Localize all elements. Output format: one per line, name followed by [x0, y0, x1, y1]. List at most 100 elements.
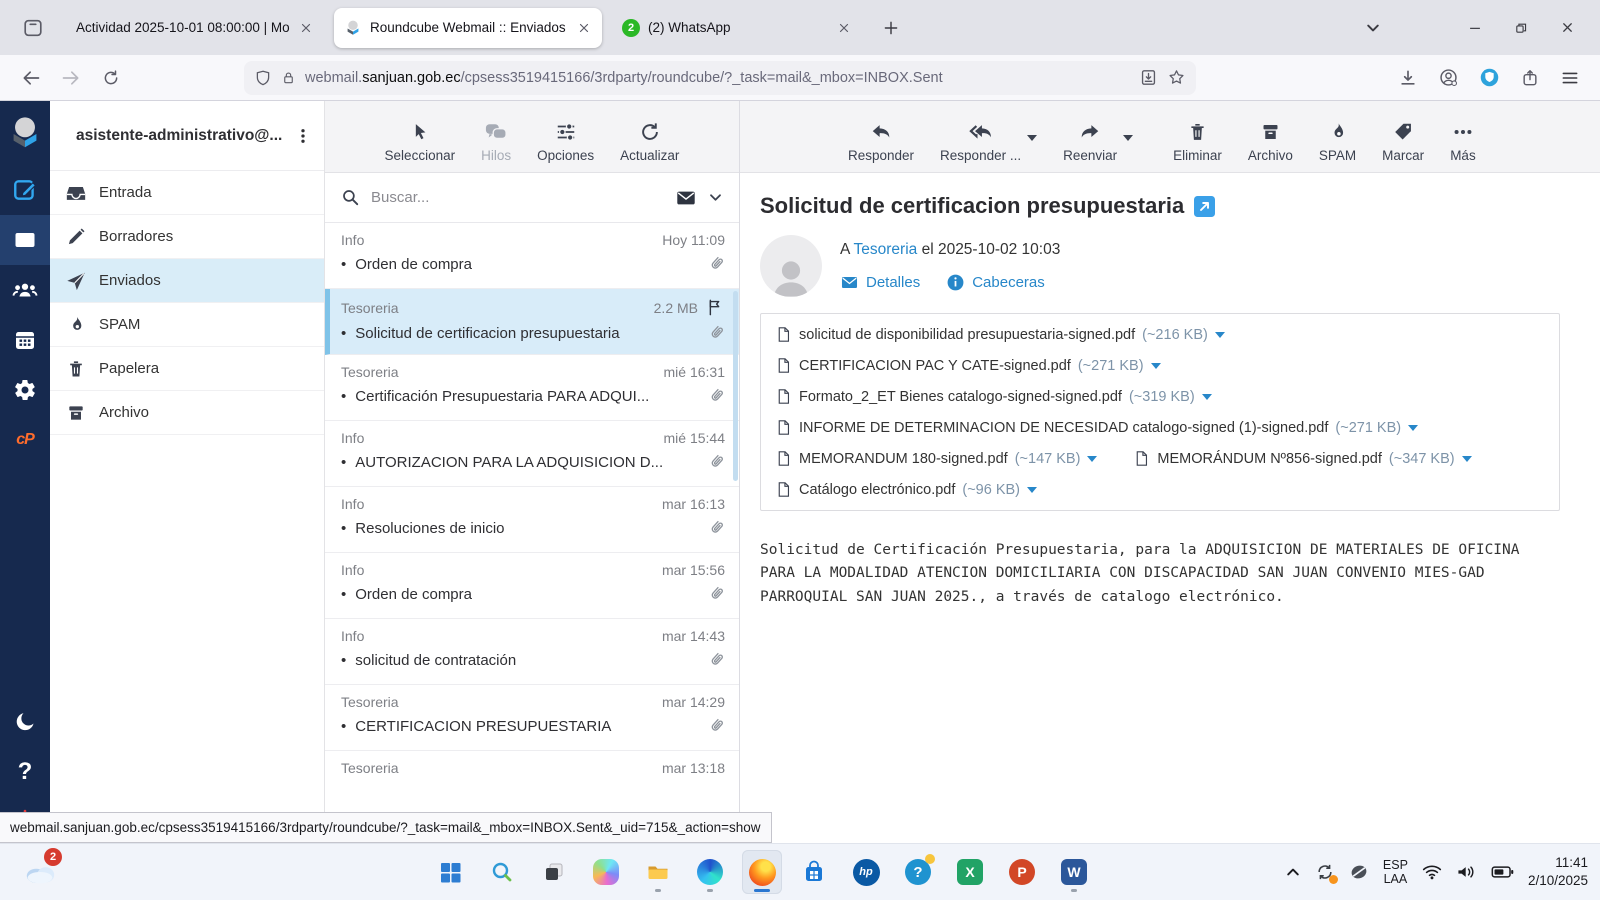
- window-minimize-icon[interactable]: [1452, 8, 1498, 48]
- search-options-chevron-icon[interactable]: [708, 190, 723, 205]
- rail-calendar-icon[interactable]: [0, 315, 50, 365]
- folder-item-spam[interactable]: SPAM: [50, 303, 324, 347]
- wifi-icon[interactable]: [1422, 864, 1442, 880]
- headers-link[interactable]: Cabeceras: [946, 273, 1045, 292]
- options-button[interactable]: Opciones: [537, 121, 594, 163]
- folder-item-enviados[interactable]: Enviados: [50, 259, 324, 303]
- extension-shield-icon[interactable]: [1479, 67, 1500, 88]
- tab-roundcube[interactable]: Roundcube Webmail :: Enviados: [334, 7, 602, 48]
- tab-actividad[interactable]: Actividad 2025-10-01 08:00:00 | Mo: [66, 8, 324, 48]
- dark-mode-moon-icon[interactable]: [0, 697, 50, 747]
- rail-mail-icon[interactable]: [0, 215, 50, 265]
- spam-button[interactable]: SPAM: [1319, 121, 1356, 163]
- rail-settings-icon[interactable]: [0, 365, 50, 415]
- tray-chevron-up-icon[interactable]: [1285, 864, 1301, 880]
- recipient-link[interactable]: Tesoreria: [854, 241, 918, 258]
- menu-icon[interactable]: [1560, 68, 1580, 88]
- rail-contacts-icon[interactable]: [0, 265, 50, 315]
- list-scrollbar[interactable]: [733, 291, 738, 481]
- powerpoint-icon[interactable]: P: [1002, 850, 1042, 894]
- message-row[interactable]: Tesoreriamar 14:29 CERTIFICACION PRESUPU…: [325, 685, 739, 751]
- message-row-selected[interactable]: Tesoreria2.2 MB Solicitud de certificaci…: [325, 289, 739, 355]
- widgets-weather-icon[interactable]: 2: [16, 848, 64, 894]
- forward-caret-icon[interactable]: [1123, 135, 1133, 141]
- search-scope-mail-icon[interactable]: [675, 187, 697, 209]
- tray-crossed-circle-icon[interactable]: [1349, 862, 1369, 882]
- edge-icon[interactable]: [690, 850, 730, 894]
- message-row[interactable]: InfoHoy 11:09 Orden de compra: [325, 223, 739, 289]
- account-icon[interactable]: [1438, 67, 1459, 88]
- forward-icon[interactable]: [54, 62, 88, 94]
- task-view-icon[interactable]: [534, 850, 574, 894]
- reload-icon[interactable]: [94, 62, 128, 94]
- language-indicator[interactable]: ESP LAA: [1383, 858, 1408, 887]
- attachment-menu-caret-icon[interactable]: [1087, 456, 1097, 462]
- details-link[interactable]: Detalles: [840, 273, 920, 292]
- taskbar-clock[interactable]: 11:41 2/10/2025: [1528, 854, 1588, 889]
- share-icon[interactable]: [1520, 68, 1540, 88]
- folder-item-papelera[interactable]: Papelera: [50, 347, 324, 391]
- lock-icon[interactable]: [281, 70, 296, 86]
- taskbar-search-icon[interactable]: [482, 850, 522, 894]
- attachment-item[interactable]: MEMORÁNDUM Nº856-signed.pdf (~347 KB): [1133, 449, 1471, 468]
- message-row[interactable]: Infomar 14:43 solicitud de contratación: [325, 619, 739, 685]
- volume-icon[interactable]: [1456, 863, 1477, 881]
- folder-item-entrada[interactable]: Entrada: [50, 171, 324, 215]
- window-close-icon[interactable]: [1544, 8, 1590, 48]
- message-row[interactable]: Infomar 16:13 Resoluciones de inicio: [325, 487, 739, 553]
- select-button[interactable]: Seleccionar: [385, 121, 455, 163]
- flag-icon[interactable]: [706, 298, 725, 317]
- folder-item-archivo[interactable]: Archivo: [50, 391, 324, 435]
- downloads-icon[interactable]: [1398, 68, 1418, 88]
- threads-button[interactable]: Hilos: [481, 121, 511, 163]
- attachment-menu-caret-icon[interactable]: [1027, 487, 1037, 493]
- bookmark-star-icon[interactable]: [1167, 68, 1186, 87]
- compose-icon[interactable]: [0, 165, 50, 215]
- excel-icon[interactable]: X: [950, 850, 990, 894]
- reply-all-caret-icon[interactable]: [1027, 135, 1037, 141]
- message-row[interactable]: Infomié 15:44 AUTORIZACION PARA LA ADQUI…: [325, 421, 739, 487]
- folder-item-borradores[interactable]: Borradores: [50, 215, 324, 259]
- save-page-icon[interactable]: [1139, 68, 1158, 87]
- tracking-shield-icon[interactable]: [254, 69, 272, 87]
- attachment-menu-caret-icon[interactable]: [1408, 425, 1418, 431]
- list-all-tabs-icon[interactable]: [1350, 8, 1396, 48]
- word-icon[interactable]: W: [1054, 850, 1094, 894]
- window-restore-icon[interactable]: [1498, 8, 1544, 48]
- message-row[interactable]: Infomar 15:56 Orden de compra: [325, 553, 739, 619]
- microsoft-store-icon[interactable]: [794, 850, 834, 894]
- start-button-icon[interactable]: [430, 850, 470, 894]
- url-bar[interactable]: webmail.sanjuan.gob.ec/cpsess3519415166/…: [244, 60, 1196, 95]
- attachment-item[interactable]: CERTIFICACION PAC Y CATE-signed.pdf (~27…: [775, 356, 1161, 375]
- archive-button[interactable]: Archivo: [1248, 121, 1293, 163]
- search-input[interactable]: [371, 189, 664, 206]
- tab-whatsapp[interactable]: 2 (2) WhatsApp: [612, 8, 862, 48]
- attachment-menu-caret-icon[interactable]: [1462, 456, 1472, 462]
- attachment-item[interactable]: INFORME DE DETERMINACION DE NECESIDAD ca…: [775, 418, 1418, 437]
- close-tab-icon[interactable]: [576, 20, 592, 36]
- battery-icon[interactable]: [1491, 864, 1514, 880]
- new-tab-icon[interactable]: [876, 13, 906, 43]
- attachment-menu-caret-icon[interactable]: [1215, 332, 1225, 338]
- open-in-new-window-icon[interactable]: [1194, 195, 1216, 217]
- refresh-button[interactable]: Actualizar: [620, 121, 679, 163]
- close-tab-icon[interactable]: [298, 20, 314, 36]
- cpanel-icon[interactable]: cP: [0, 415, 50, 465]
- reply-button[interactable]: Responder: [848, 121, 914, 163]
- help-icon[interactable]: ?: [0, 747, 50, 797]
- firefox-view-icon[interactable]: [16, 11, 50, 45]
- file-explorer-icon[interactable]: [638, 850, 678, 894]
- back-icon[interactable]: [14, 62, 48, 94]
- mark-button[interactable]: Marcar: [1382, 121, 1424, 163]
- delete-button[interactable]: Eliminar: [1173, 121, 1222, 163]
- attachment-item[interactable]: solicitud de disponibilidad presupuestar…: [775, 325, 1225, 344]
- close-tab-icon[interactable]: [836, 20, 852, 36]
- attachment-menu-caret-icon[interactable]: [1202, 394, 1212, 400]
- attachment-item[interactable]: Catálogo electrónico.pdf (~96 KB): [775, 480, 1037, 499]
- forward-button[interactable]: Reenviar: [1063, 121, 1117, 163]
- attachment-item[interactable]: MEMORANDUM 180-signed.pdf (~147 KB): [775, 449, 1097, 468]
- attachment-item[interactable]: Formato_2_ET Bienes catalogo-signed-sign…: [775, 387, 1212, 406]
- copilot-icon[interactable]: [586, 850, 626, 894]
- firefox-icon[interactable]: [742, 850, 782, 894]
- message-row[interactable]: Tesoreria mar 13:18: [325, 751, 739, 817]
